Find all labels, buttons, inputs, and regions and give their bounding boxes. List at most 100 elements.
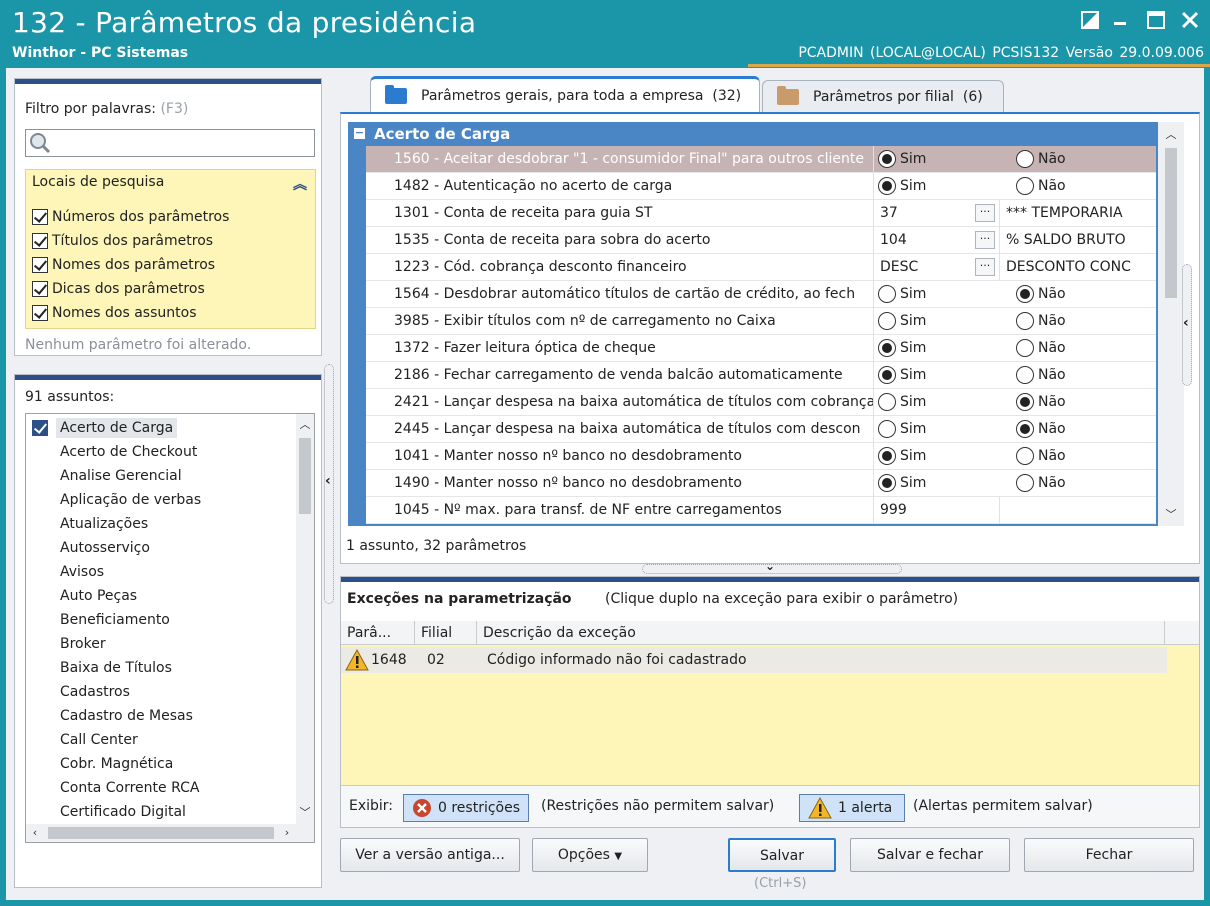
radio-button[interactable] <box>878 366 896 384</box>
search-option[interactable]: Números dos parâmetros <box>32 206 229 228</box>
subject-item[interactable]: Avisos <box>26 560 104 584</box>
alerts-button[interactable]: 1 alerta <box>799 794 905 822</box>
radio-sim[interactable]: Sim <box>878 366 926 384</box>
subject-item[interactable]: Cadastro de Mesas <box>26 704 193 728</box>
radio-button[interactable] <box>1016 474 1034 492</box>
param-row[interactable]: 1372 - Fazer leitura óptica de cheque Sim… <box>366 335 1156 362</box>
radio-button[interactable] <box>1016 393 1034 411</box>
collapse-group-icon[interactable]: − <box>354 127 365 139</box>
radio-nao[interactable]: Não <box>1016 177 1066 195</box>
close-button[interactable]: Fechar <box>1024 838 1194 872</box>
subject-item[interactable]: Aplicação de verbas <box>26 488 201 512</box>
subjects-vscroll[interactable]: ︿ ﹀ <box>296 414 314 824</box>
subject-item[interactable]: Beneficiamento <box>26 608 170 632</box>
param-row[interactable]: 1535 - Conta de receita para sobra do ac… <box>366 227 1156 254</box>
left-splitter[interactable]: ‹ <box>324 364 334 604</box>
param-value[interactable]: 999 <box>876 497 1000 524</box>
lookup-button[interactable]: ··· <box>975 231 995 249</box>
scroll-down-icon[interactable]: ﹀ <box>296 804 314 822</box>
param-row[interactable]: 1490 - Manter nosso nº banco no desdobra… <box>366 470 1156 497</box>
radio-button[interactable] <box>878 393 896 411</box>
param-row[interactable]: 3985 - Exibir títulos com nº de carregam… <box>366 308 1156 335</box>
param-value[interactable]: 104 ··· <box>876 227 1000 254</box>
param-row[interactable]: 1564 - Desdobrar automático títulos de c… <box>366 281 1156 308</box>
scroll-up-icon[interactable]: ︿ <box>1162 126 1180 144</box>
radio-button[interactable] <box>878 285 896 303</box>
radio-sim[interactable]: Sim <box>878 339 926 357</box>
search-input[interactable] <box>56 132 310 154</box>
radio-sim[interactable]: Sim <box>878 447 926 465</box>
scroll-right-icon[interactable]: › <box>278 824 296 842</box>
radio-button[interactable] <box>1016 420 1034 438</box>
horizontal-splitter[interactable]: ⌄ <box>642 559 902 574</box>
subject-item[interactable]: Acerto de Carga <box>26 416 178 440</box>
scroll-thumb[interactable] <box>299 438 311 514</box>
checkbox[interactable] <box>32 281 48 297</box>
subjects-list[interactable]: Acerto de Carga Acerto de Checkout Analise… <box>25 413 315 843</box>
param-row[interactable]: 1223 - Cód. cobrança desconto financeiro… <box>366 254 1156 281</box>
scroll-thumb[interactable] <box>1165 148 1177 298</box>
param-row[interactable]: 1560 - Aceitar desdobrar "1 - consumidor… <box>366 146 1156 173</box>
hscroll-thumb[interactable] <box>48 827 274 839</box>
exception-row[interactable]: 1648 02 Código informado não foi cadastr… <box>341 647 1167 673</box>
minimize-icon[interactable] <box>1108 8 1132 32</box>
search-option[interactable]: Títulos dos parâmetros <box>32 230 213 252</box>
col-filial[interactable]: Filial <box>415 621 477 645</box>
save-close-button[interactable]: Salvar e fechar <box>850 838 1010 872</box>
close-icon[interactable] <box>1178 8 1202 32</box>
subject-item[interactable]: Cadastros <box>26 680 130 704</box>
radio-button[interactable] <box>878 339 896 357</box>
radio-button[interactable] <box>878 150 896 168</box>
param-value[interactable]: DESC ··· <box>876 254 1000 281</box>
scroll-left-icon[interactable]: ‹ <box>26 824 44 842</box>
subject-item[interactable]: Cobr. Magnética <box>26 752 173 776</box>
grid-vscroll[interactable]: ︿ ﹀ <box>1158 122 1184 526</box>
param-row[interactable]: 2186 - Fechar carregamento de venda balc… <box>366 362 1156 389</box>
radio-sim[interactable]: Sim <box>878 150 926 168</box>
collapse-right-icon[interactable]: ‹ <box>1183 315 1189 331</box>
radio-sim[interactable]: Sim <box>878 312 926 330</box>
restrictions-button[interactable]: 0 restrições <box>403 794 530 822</box>
search-box[interactable] <box>25 129 315 157</box>
scroll-up-icon[interactable]: ︿ <box>296 416 314 434</box>
checkbox[interactable] <box>32 420 48 436</box>
param-value[interactable]: 37 ··· <box>876 200 1000 227</box>
search-option[interactable]: Nomes dos assuntos <box>32 302 197 324</box>
subject-item[interactable]: Atualizações <box>26 512 148 536</box>
save-button[interactable]: Salvar <box>728 838 836 872</box>
radio-sim[interactable]: Sim <box>878 474 926 492</box>
radio-nao[interactable]: Não <box>1016 312 1066 330</box>
tab-branch-params[interactable]: Parâmetros por filial (6) <box>762 80 1004 112</box>
grid-group-header[interactable]: − Acerto de Carga <box>348 122 1156 146</box>
old-version-button[interactable]: Ver a versão antiga... <box>340 838 520 872</box>
radio-button[interactable] <box>878 447 896 465</box>
lookup-button[interactable]: ··· <box>975 204 995 222</box>
collapse-down-icon[interactable]: ⌄ <box>765 559 775 573</box>
param-row[interactable]: 1045 - Nº max. para transf. de NF entre … <box>366 497 1156 524</box>
subjects-hscroll[interactable]: ‹ › <box>26 824 314 842</box>
radio-button[interactable] <box>878 474 896 492</box>
lookup-button[interactable]: ··· <box>975 258 995 276</box>
col-param[interactable]: Parâ... <box>341 621 415 645</box>
radio-button[interactable] <box>1016 447 1034 465</box>
options-button[interactable]: Opções ▼ <box>532 838 648 872</box>
tab-general-params[interactable]: Parâmetros gerais, para toda a empresa (… <box>370 76 760 112</box>
param-row[interactable]: 2445 - Lançar despesa na baixa automátic… <box>366 416 1156 443</box>
radio-nao[interactable]: Não <box>1016 447 1066 465</box>
radio-nao[interactable]: Não <box>1016 150 1066 168</box>
subject-item[interactable]: Conta Corrente RCA <box>26 776 199 800</box>
subject-item[interactable]: Auto Peças <box>26 584 137 608</box>
radio-button[interactable] <box>1016 177 1034 195</box>
radio-nao[interactable]: Não <box>1016 285 1066 303</box>
radio-button[interactable] <box>1016 312 1034 330</box>
subject-item[interactable]: Broker <box>26 632 106 656</box>
radio-button[interactable] <box>1016 150 1034 168</box>
radio-button[interactable] <box>878 177 896 195</box>
search-option[interactable]: Dicas dos parâmetros <box>32 278 205 300</box>
radio-button[interactable] <box>878 420 896 438</box>
right-splitter[interactable]: ‹ <box>1182 264 1192 386</box>
checkbox[interactable] <box>32 209 48 225</box>
radio-button[interactable] <box>878 312 896 330</box>
param-row[interactable]: 1301 - Conta de receita para guia ST *** … <box>366 200 1156 227</box>
subject-item[interactable]: Analise Gerencial <box>26 464 182 488</box>
